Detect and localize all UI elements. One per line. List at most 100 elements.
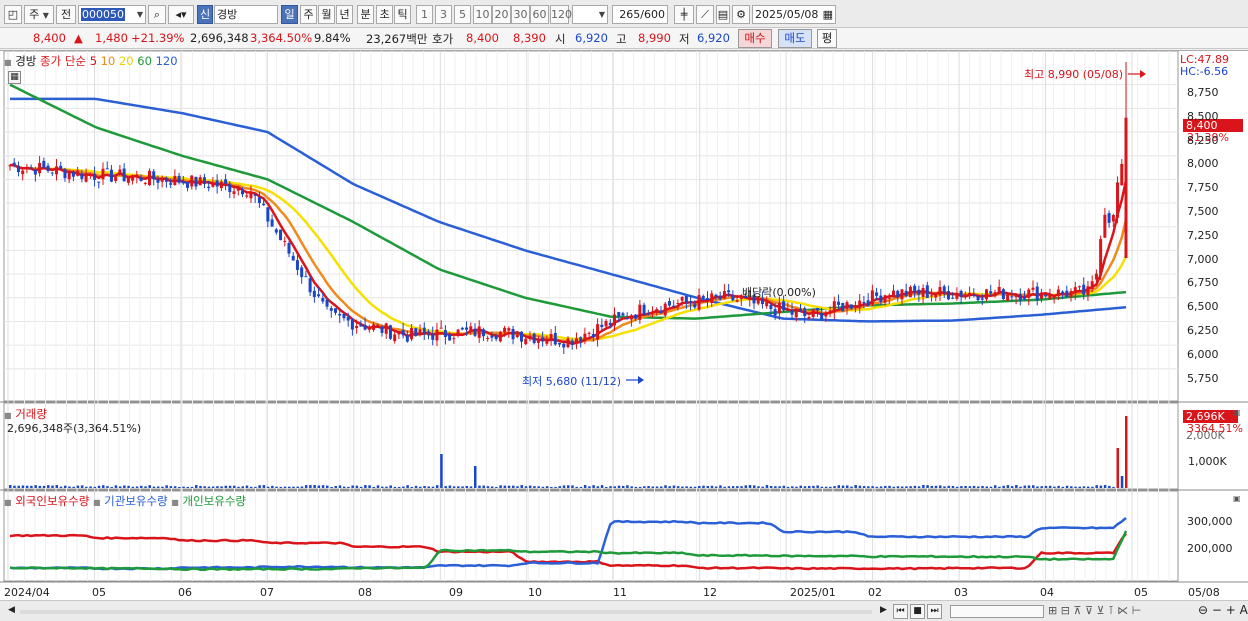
stock-code-input[interactable]: 000050 ▼ [78,5,146,24]
volume-bar [858,485,862,488]
volume-bar [871,486,874,488]
candle-body [257,197,261,204]
volume-bar [245,485,249,488]
chart-grid-icon[interactable]: ▦ [8,71,21,84]
volume-bar [981,486,984,488]
date-tick: 06 [178,586,192,599]
period-tab[interactable]: 분 [357,5,374,24]
candle-body [101,168,105,180]
zoom-controls[interactable]: ⊖ − + A [1198,603,1248,617]
save-icon[interactable]: ▤ [716,5,730,24]
prev-button[interactable]: 전 [56,5,76,24]
count-button[interactable]: 10 [473,5,492,24]
volume-bar [76,485,80,488]
candle-body [139,177,143,182]
stop-icon[interactable]: ■ [910,604,925,619]
candle-body [388,325,392,339]
count-dropdown[interactable]: ▼ [572,5,608,24]
drawing-tools[interactable]: ⊞ ⊟ ⊼ ⊽ ⊻ ⊺ ⋉ ⊢ [1048,604,1141,617]
volume-bar [934,485,938,488]
candle-body [325,299,329,307]
volume-bar [1057,485,1060,488]
search-icon[interactable]: ⌕ [148,5,166,24]
scroll-track[interactable] [20,610,872,614]
candle-body [634,314,638,319]
date-field[interactable]: 2025/05/08 ▦ [752,5,836,24]
buy-button[interactable]: 매수 [738,29,772,48]
volume-bar [824,486,828,488]
zoom-slider[interactable] [950,605,1044,618]
volume-bar [482,485,485,488]
calendar-icon[interactable]: ▦ [823,6,833,23]
period-tab[interactable]: 월 [318,5,335,24]
volume-bar [744,485,748,488]
holding-panel-close-icon[interactable]: ▣ [1233,494,1241,503]
volume-panel-close-icon[interactable]: ▣ [1233,408,1241,417]
volume-bar [478,485,481,488]
chart-menu-icon[interactable]: ◰ [4,5,22,24]
type-select[interactable]: 주 ▼ [24,5,54,24]
volume-bar [144,486,147,488]
count-button[interactable]: 20 [492,5,511,24]
visible-count-field[interactable]: 265/600 [612,5,668,24]
candle-body [837,301,841,305]
volume-bar [786,486,790,488]
period-tab[interactable]: 초 [376,5,393,24]
candle-body [980,298,984,300]
count-button[interactable]: 60 [530,5,549,24]
candle-body [473,328,477,336]
chart-area[interactable]: ■ 경방 종가 단순 5 10 20 60 120 ▦ LC:47.89 HC:… [0,50,1248,600]
candle-type-icon[interactable]: ╪ [674,5,694,24]
candle-body [536,339,540,343]
volume-bar [1015,485,1018,488]
chart-canvas[interactable] [0,51,1248,601]
candle-body [532,333,536,343]
count-button[interactable]: 3 [435,5,452,24]
candle-body [1086,286,1090,295]
last-page-icon[interactable]: ⏭ [927,604,942,619]
candle-body [503,327,507,333]
period-tab[interactable]: 주 [300,5,317,24]
first-page-icon[interactable]: ⏮ [893,604,908,619]
volume-bar [791,486,794,488]
candle-body [186,182,190,188]
candle-body [651,311,655,314]
candle-body [904,290,908,296]
count-button[interactable]: 120 [550,5,572,24]
eval-button[interactable]: 평 [817,29,837,48]
count-button[interactable]: 5 [454,5,471,24]
candle-body [295,260,299,270]
line-tool-icon[interactable]: ⟋ [696,5,714,24]
count-button[interactable]: 30 [511,5,530,24]
volume-bar [799,485,802,488]
chart-scrollbar[interactable]: ◀ ▶ ⏮ ■ ⏭ ⊞ ⊟ ⊼ ⊽ ⊻ ⊺ ⋉ ⊢ ⊖ − + A [0,600,1248,621]
volume-bar [1116,448,1120,488]
volume-bar [271,485,274,488]
candle-body [773,309,777,316]
candle-body [782,301,786,311]
stock-name-field[interactable]: 경방 [214,5,278,24]
volume-bar [1023,485,1027,488]
candle-body [422,327,426,334]
volume-bar [461,486,464,488]
volume-bar [896,486,900,488]
gear-icon[interactable]: ⚙ [732,5,750,24]
volume-bar [397,486,401,488]
period-tab[interactable]: 틱 [394,5,411,24]
scroll-left-icon[interactable]: ◀ [4,604,19,619]
sell-button[interactable]: 매도 [778,29,812,48]
volume-bar [1078,486,1081,488]
volume-bar [414,485,418,488]
period-tab[interactable]: 일 [281,5,298,24]
volume-bar [630,486,633,488]
volume-bar [753,485,756,488]
volume-bar [562,485,566,488]
count-button[interactable]: 1 [416,5,433,24]
period-tab[interactable]: 년 [336,5,353,24]
candle-body [135,174,139,177]
candle-body [346,317,350,321]
candle-body [1006,294,1010,301]
volume-bar [288,486,291,488]
scroll-right-icon[interactable]: ▶ [876,604,891,619]
sound-icon[interactable]: ◂▾ [168,5,194,24]
